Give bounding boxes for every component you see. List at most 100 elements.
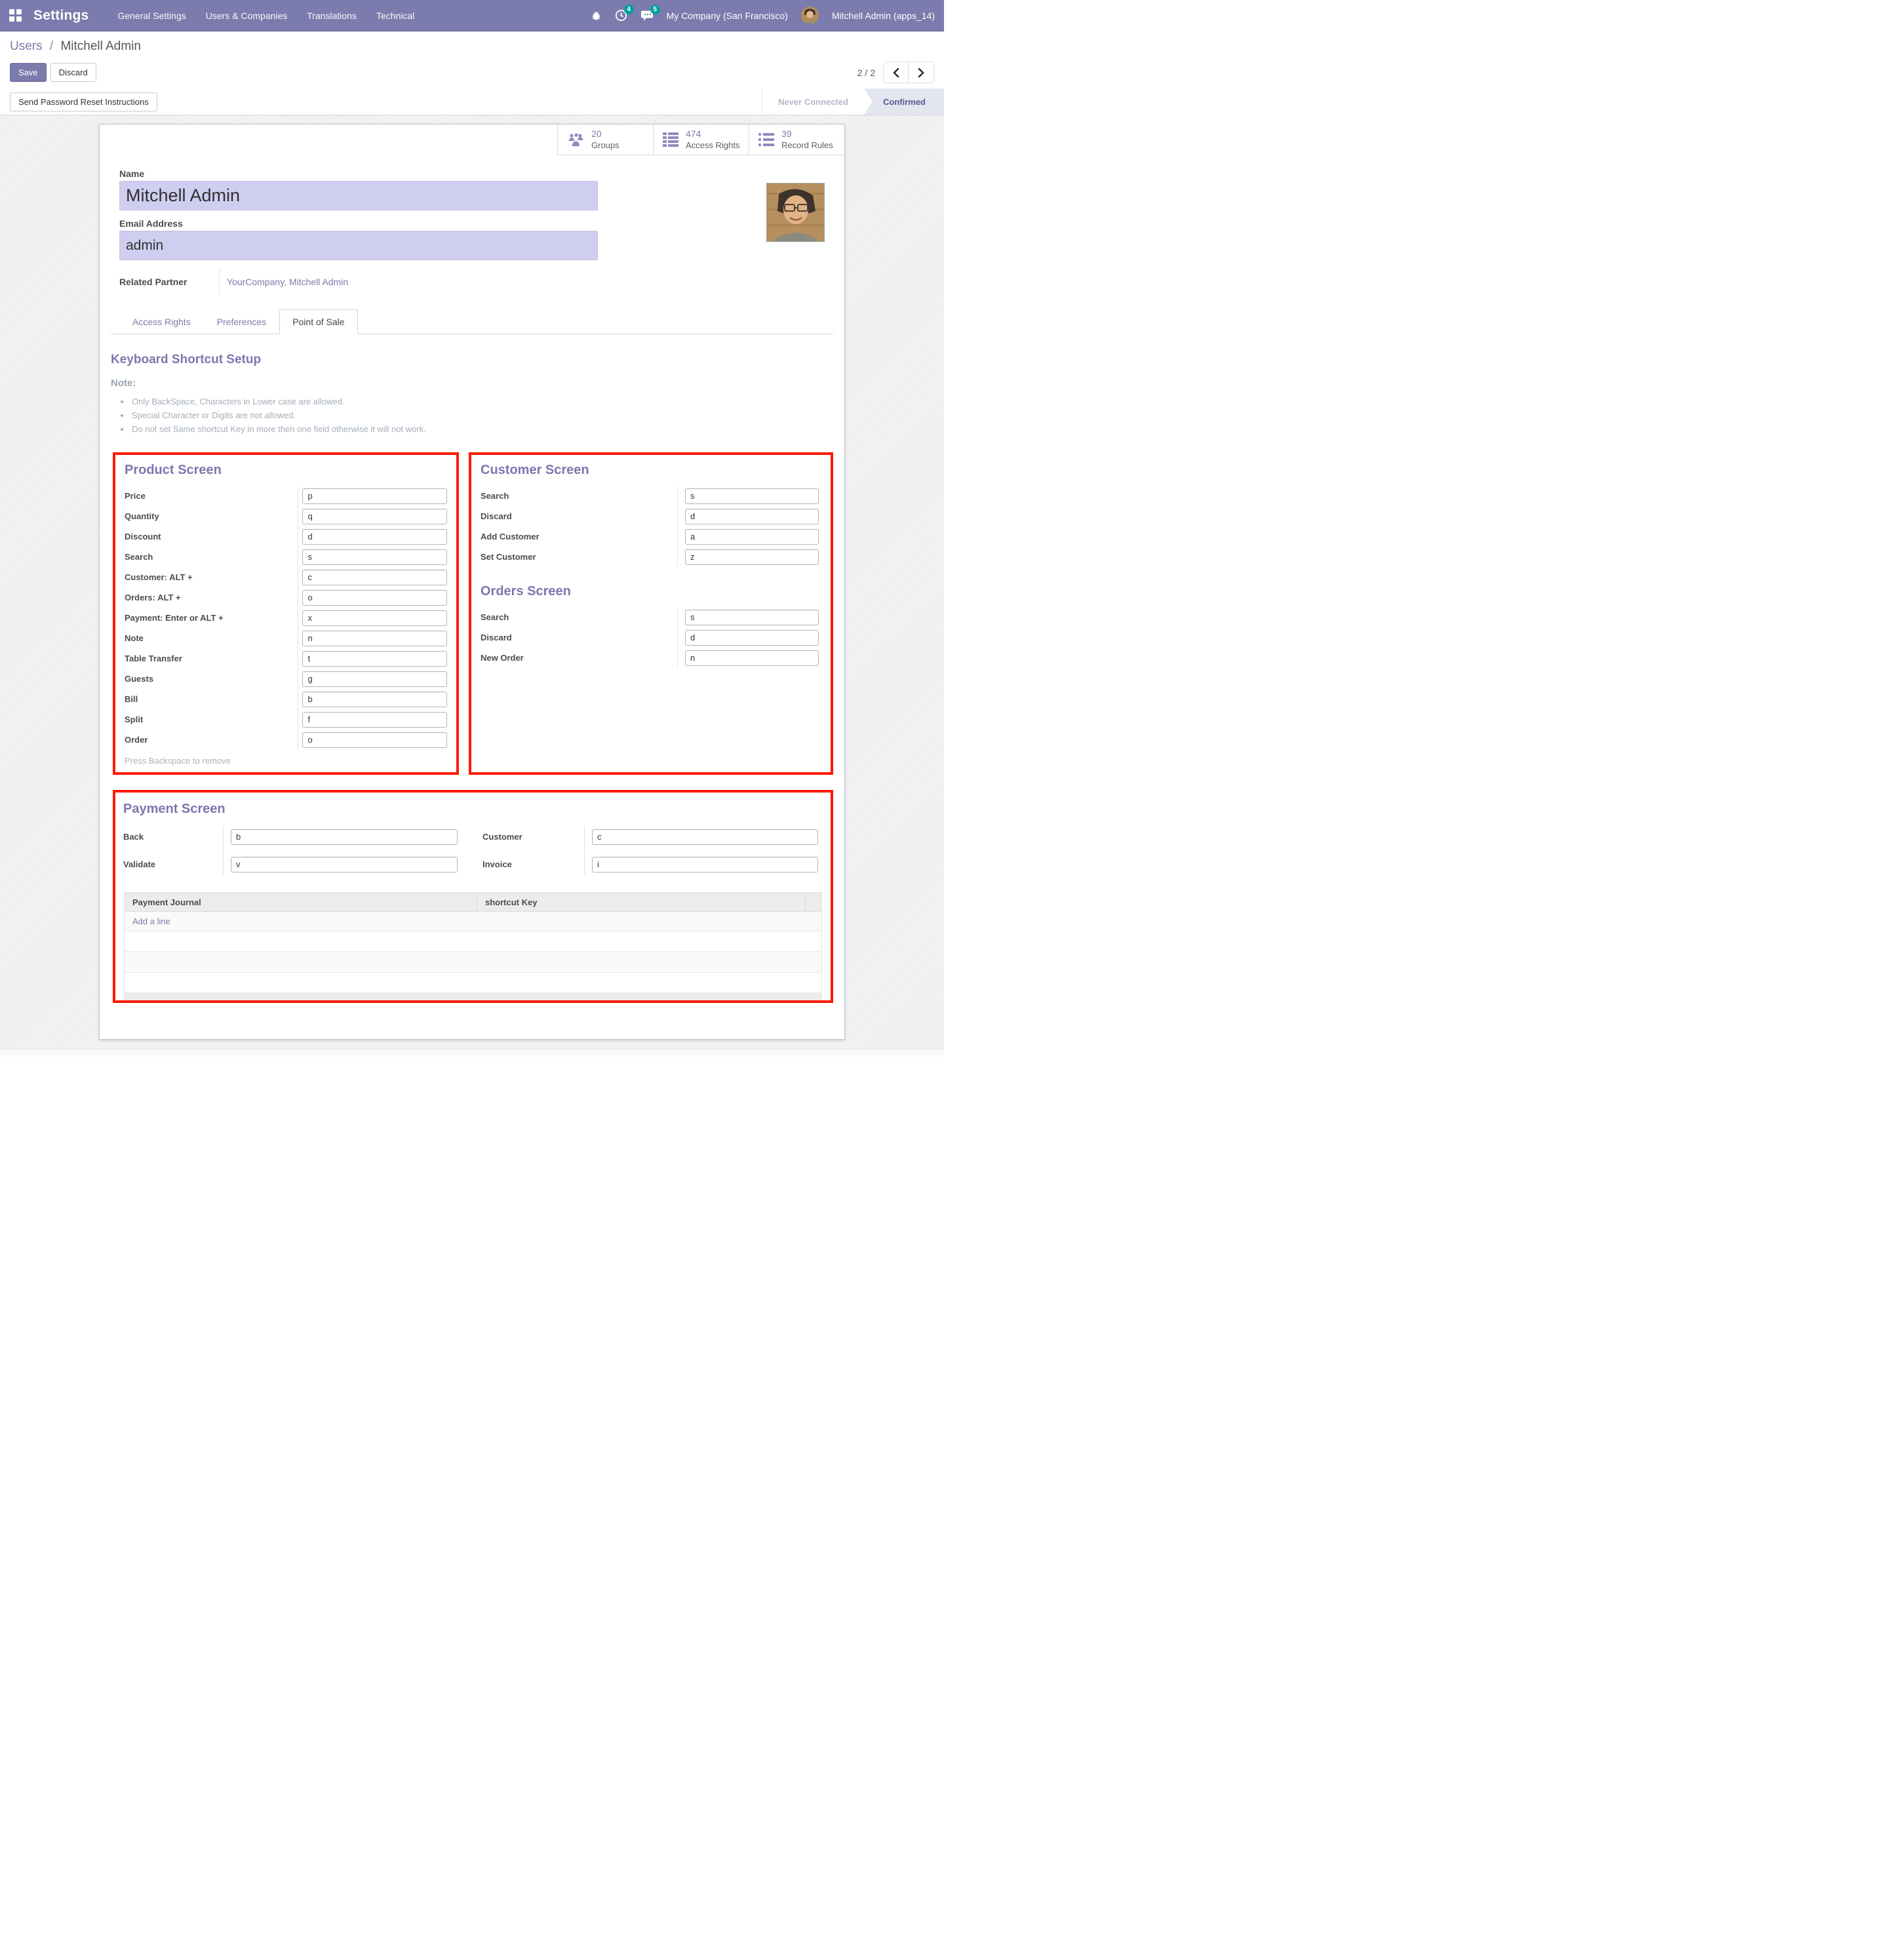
activity-count-badge: 4 xyxy=(624,5,634,14)
pager-previous-button[interactable] xyxy=(884,62,909,83)
breadcrumb-users-link[interactable]: Users xyxy=(10,39,43,53)
shortcut-row-search: Search xyxy=(125,547,447,567)
send-password-reset-button[interactable]: Send Password Reset Instructions xyxy=(10,92,157,111)
ord-discard-shortcut-input[interactable] xyxy=(685,630,819,646)
shortcut-row-quantity: Quantity xyxy=(125,506,447,526)
breadcrumb-separator: / xyxy=(50,39,53,53)
user-menu[interactable]: Mitchell Admin (apps_14) xyxy=(832,10,935,21)
name-field[interactable] xyxy=(119,181,598,210)
activities-clock-icon[interactable]: 4 xyxy=(615,9,627,22)
payment-journal-column-header[interactable]: Payment Journal xyxy=(125,893,477,911)
app-title[interactable]: Settings xyxy=(33,8,88,24)
note-item: Do not set Same shortcut Key in more the… xyxy=(130,422,833,436)
page-bottom-strip xyxy=(0,1049,944,1057)
set-customer-shortcut-input[interactable] xyxy=(685,549,819,565)
company-switcher[interactable]: My Company (San Francisco) xyxy=(667,10,788,21)
groups-count: 20 xyxy=(591,128,620,140)
user-photo[interactable] xyxy=(766,183,825,242)
tab-preferences[interactable]: Preferences xyxy=(204,309,279,334)
shortcut-row-cust-search: Search xyxy=(481,486,821,506)
messages-chat-icon[interactable]: 5 xyxy=(640,9,654,22)
order-shortcut-input[interactable] xyxy=(302,732,447,748)
record-rules-label: Record Rules xyxy=(781,140,833,151)
cust-discard-shortcut-input[interactable] xyxy=(685,509,819,524)
email-field[interactable] xyxy=(119,231,598,260)
groups-label: Groups xyxy=(591,140,620,151)
related-partner-row: Related Partner YourCompany, Mitchell Ad… xyxy=(119,269,833,294)
customer-orders-section: Customer Screen Search Discard Add Custo… xyxy=(469,452,833,775)
ord-search-shortcut-input[interactable] xyxy=(685,610,819,625)
payment-journal-table-header: Payment Journal shortcut Key xyxy=(125,893,821,912)
payment-screen-title: Payment Screen xyxy=(123,802,823,817)
menu-users-companies[interactable]: Users & Companies xyxy=(206,10,288,21)
guests-shortcut-input[interactable] xyxy=(302,671,447,687)
add-a-line-link[interactable]: Add a line xyxy=(132,916,170,926)
shortcut-row-add-customer: Add Customer xyxy=(481,526,821,547)
access-rights-label: Access Rights xyxy=(686,140,739,151)
save-button[interactable]: Save xyxy=(10,63,47,82)
navbar-menu: General Settings Users & Companies Trans… xyxy=(117,10,414,21)
add-customer-shortcut-input[interactable] xyxy=(685,529,819,545)
payment-shortcut-input[interactable] xyxy=(302,610,447,626)
pay-customer-shortcut-input[interactable] xyxy=(592,829,818,845)
shortcut-row-guests: Guests xyxy=(125,669,447,689)
note-shortcut-input[interactable] xyxy=(302,631,447,646)
groups-stat-button[interactable]: 20 Groups xyxy=(557,125,653,155)
related-partner-link[interactable]: YourCompany, Mitchell Admin xyxy=(227,277,348,287)
shortcut-row-new-order: New Order xyxy=(481,648,821,668)
menu-translations[interactable]: Translations xyxy=(307,10,357,21)
new-order-shortcut-input[interactable] xyxy=(685,650,819,666)
content-area: 20 Groups 474 Access Rights xyxy=(0,115,944,1049)
menu-technical[interactable]: Technical xyxy=(376,10,414,21)
shortcut-row-order: Order xyxy=(125,730,447,750)
form-sheet: 20 Groups 474 Access Rights xyxy=(99,124,845,1040)
validate-shortcut-input[interactable] xyxy=(231,857,458,872)
customer-shortcut-input[interactable] xyxy=(302,570,447,585)
cust-search-shortcut-input[interactable] xyxy=(685,488,819,504)
back-shortcut-input[interactable] xyxy=(231,829,458,845)
discard-button[interactable]: Discard xyxy=(50,63,96,82)
price-shortcut-input[interactable] xyxy=(302,488,447,504)
pager-next-button[interactable] xyxy=(909,62,934,83)
field-separator xyxy=(219,269,220,294)
tab-access-rights[interactable]: Access Rights xyxy=(119,309,204,334)
user-avatar-small[interactable] xyxy=(801,7,819,24)
payment-journal-table: Payment Journal shortcut Key Add a line xyxy=(124,892,822,1000)
stat-button-box: 20 Groups 474 Access Rights xyxy=(100,125,844,155)
access-rights-count: 474 xyxy=(686,128,739,140)
state-arrow-separator xyxy=(864,88,873,115)
backspace-hint: Press Backspace to remove xyxy=(125,756,447,766)
search-shortcut-input[interactable] xyxy=(302,549,447,565)
debug-bug-icon[interactable] xyxy=(591,10,602,21)
apps-menu-icon[interactable] xyxy=(9,9,22,22)
state-never-connected[interactable]: Never Connected xyxy=(762,88,864,115)
table-transfer-shortcut-input[interactable] xyxy=(302,651,447,667)
note-item: Special Character or Digits are not allo… xyxy=(130,408,833,422)
quantity-shortcut-input[interactable] xyxy=(302,509,447,524)
menu-general-settings[interactable]: General Settings xyxy=(117,10,186,21)
shortcut-row-discount: Discount xyxy=(125,526,447,547)
pager-value: 2 / 2 xyxy=(857,68,875,78)
state-confirmed[interactable]: Confirmed xyxy=(873,88,944,115)
shortcut-row-payment: Payment: Enter or ALT + xyxy=(125,608,447,628)
shortcut-row-pay-customer: Customer xyxy=(482,826,823,848)
orders-shortcut-input[interactable] xyxy=(302,590,447,606)
shortcut-row-table-transfer: Table Transfer xyxy=(125,648,447,669)
breadcrumb: Users / Mitchell Admin xyxy=(10,39,934,54)
product-screen-title: Product Screen xyxy=(125,463,447,478)
state-widget: Never Connected Confirmed xyxy=(762,88,944,115)
bill-shortcut-input[interactable] xyxy=(302,692,447,707)
users-icon xyxy=(566,132,585,147)
shortcut-row-bill: Bill xyxy=(125,689,447,709)
split-shortcut-input[interactable] xyxy=(302,712,447,728)
orders-screen-title: Orders Screen xyxy=(481,584,821,599)
access-rights-stat-button[interactable]: 474 Access Rights xyxy=(653,125,749,155)
discount-shortcut-input[interactable] xyxy=(302,529,447,545)
name-label: Name xyxy=(119,168,833,179)
point-of-sale-tab-content: Keyboard Shortcut Setup Note: Only BackS… xyxy=(111,334,833,1003)
record-rules-stat-button[interactable]: 39 Record Rules xyxy=(749,125,844,155)
tab-point-of-sale[interactable]: Point of Sale xyxy=(279,309,357,334)
invoice-shortcut-input[interactable] xyxy=(592,857,818,872)
shortcut-key-column-header[interactable]: shortcut Key xyxy=(477,897,805,907)
chevron-right-icon xyxy=(918,68,925,77)
